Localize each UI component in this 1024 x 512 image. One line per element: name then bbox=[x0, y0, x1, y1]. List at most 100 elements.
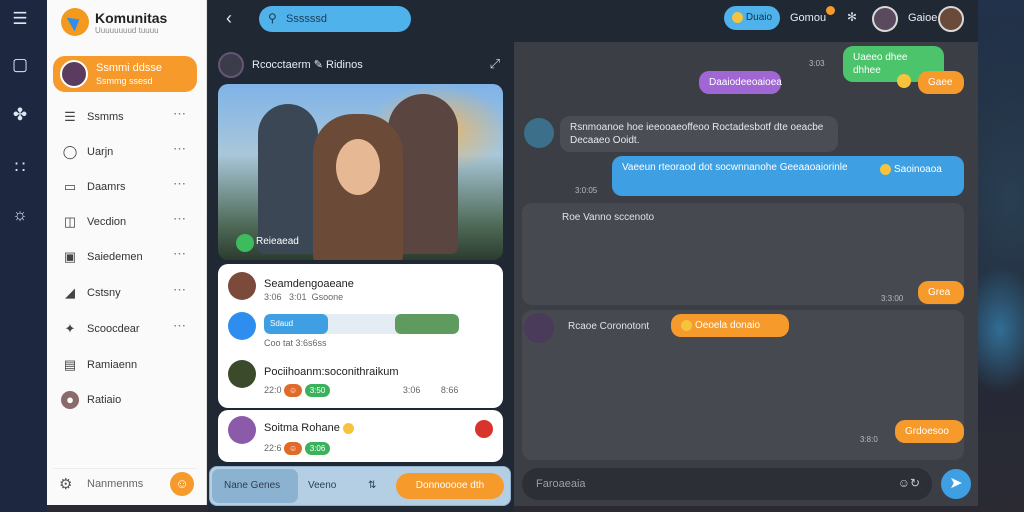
reaction-badge[interactable]: ☺ bbox=[284, 442, 303, 455]
menu-icon[interactable]: ☰ bbox=[9, 8, 31, 30]
sidebar-item-6[interactable]: ✦ Scoocdear ⋯ bbox=[53, 316, 197, 342]
expand-icon[interactable]: ⤢ bbox=[490, 56, 500, 72]
avatar bbox=[228, 272, 256, 300]
more-icon[interactable]: ⋯ bbox=[173, 106, 187, 122]
more-icon[interactable]: ⋯ bbox=[173, 176, 187, 192]
progress-label: Sdaud bbox=[270, 319, 294, 328]
sidebar-item-8[interactable]: ● Ratiaio bbox=[53, 387, 197, 413]
more-icon[interactable]: ⋯ bbox=[173, 141, 187, 157]
avatar bbox=[228, 360, 256, 388]
post-author: Rcocctaerm ✎ Ridinos bbox=[252, 59, 363, 71]
message-bubble[interactable]: Rsnmoanoe hoe ieeooaeoffeoo Roctadesbotf… bbox=[560, 116, 838, 152]
post-header: Rcocctaerm ✎ Ridinos ⤢ bbox=[216, 50, 506, 80]
message-text[interactable]: Roe Vanno sccenoto bbox=[562, 212, 654, 223]
list-item[interactable]: Soitma Rohane 22:6 ☺ 3:06 bbox=[228, 416, 493, 456]
icon-rail: ☰ ▢ ✤ ∷ ☼ bbox=[0, 0, 47, 512]
timestamp: 3:0:05 bbox=[575, 186, 598, 195]
comment-card: Soitma Rohane 22:6 ☺ 3:06 bbox=[218, 410, 503, 462]
more-icon[interactable]: ⋯ bbox=[173, 246, 187, 262]
feather-icon[interactable]: ✤ bbox=[9, 104, 31, 126]
sidebar-item-7[interactable]: ▤ Ramiaenn bbox=[53, 352, 197, 378]
tab-primary[interactable]: Nane Genes bbox=[224, 480, 280, 491]
list-item[interactable]: Sdaud Coo tat 3:6s6ss bbox=[228, 312, 493, 350]
window-icon[interactable]: ▢ bbox=[9, 54, 31, 76]
more-icon[interactable]: ⋯ bbox=[173, 318, 187, 334]
search-icon: ⚲ bbox=[268, 11, 277, 25]
emoji-button[interactable]: ☺ bbox=[170, 472, 194, 496]
send-button[interactable]: ➤ bbox=[941, 469, 971, 499]
record-icon[interactable] bbox=[475, 420, 493, 438]
sidebar-item-3[interactable]: ◫ Vecdion ⋯ bbox=[53, 209, 197, 235]
comment-count: 3:01 bbox=[289, 292, 307, 302]
link-icon bbox=[228, 312, 256, 340]
reply-count: 8:66 bbox=[440, 384, 459, 395]
megaphone-icon: ◢ bbox=[65, 285, 75, 300]
top-bar: Duaio Gomou ✻ Gaioe bbox=[514, 0, 978, 42]
avatar bbox=[218, 52, 244, 78]
user-avatar-icon: ● bbox=[61, 391, 79, 409]
message-bubble[interactable]: Gaee bbox=[918, 71, 964, 94]
profile-card[interactable]: Ssmmi ddsse Ssmmg ssesd bbox=[53, 56, 197, 92]
sidebar-item-1[interactable]: ◯ Uarjn ⋯ bbox=[53, 139, 197, 165]
message-bubble[interactable]: Daaiodeeoaioea bbox=[699, 71, 782, 94]
message-bubble[interactable]: Grea bbox=[918, 281, 964, 304]
more-icon[interactable]: ⋯ bbox=[173, 282, 187, 298]
avatar bbox=[60, 60, 88, 88]
message-input[interactable]: Faroaeaia ☺↻ bbox=[522, 468, 932, 500]
search-input[interactable]: ⚲ Ssssssd bbox=[259, 6, 411, 32]
sidebar-item-label: Ramiaenn bbox=[87, 359, 138, 371]
user-name[interactable]: Gaioe bbox=[908, 12, 937, 24]
emoji-icon bbox=[342, 422, 354, 434]
message-circle-icon: ◯ bbox=[62, 144, 78, 159]
bottom-tabs: Nane Genes Veeno ⇅ Donnooooe dth bbox=[209, 466, 511, 506]
share-icon[interactable]: ⇅ bbox=[368, 480, 376, 491]
comment-time: 22:0 bbox=[264, 384, 282, 395]
sparkle-icon bbox=[236, 234, 254, 252]
cta-button[interactable]: Donnooooe dth bbox=[396, 473, 504, 499]
post-image[interactable]: Reieaead bbox=[218, 84, 503, 260]
sidebar-item-label: Ratiaio bbox=[87, 394, 122, 406]
progress-bar: Sdaud bbox=[264, 314, 459, 334]
more-icon[interactable]: ⋯ bbox=[173, 211, 187, 227]
list-item[interactable]: Pociihoanm:soconithraikum 22:0 ☺ 3:50 3:… bbox=[228, 360, 493, 400]
message-bubble[interactable]: Grdoesoo bbox=[895, 420, 964, 443]
sidebar-item-label: Ssmms bbox=[87, 111, 124, 123]
calendar-icon: ▤ bbox=[63, 357, 77, 372]
sidebar-item-5[interactable]: ◢ Cstsny ⋯ bbox=[53, 280, 197, 306]
settings-icon[interactable]: ✻ bbox=[847, 10, 857, 24]
count-badge[interactable]: 3:50 bbox=[304, 384, 331, 397]
message-bubble[interactable]: Vaeeun rteoraod dot socwnnanohe Geeaaoai… bbox=[612, 156, 964, 196]
user-name[interactable]: Gomou bbox=[790, 12, 826, 24]
avatar bbox=[524, 118, 554, 148]
image-caption: Reieaead bbox=[234, 234, 299, 252]
count-badge[interactable]: 3:06 bbox=[304, 442, 331, 455]
sidebar-item-4[interactable]: ▣ Saiedemen ⋯ bbox=[53, 244, 197, 270]
profile-name: Ssmmi ddsse bbox=[96, 62, 163, 74]
grid-icon[interactable]: ∷ bbox=[9, 157, 31, 179]
compass-icon[interactable]: ☼ bbox=[9, 204, 31, 226]
sidebar-footer[interactable]: ⚙ Nanmenms ☺ bbox=[53, 468, 197, 498]
avatar[interactable] bbox=[872, 6, 898, 32]
sidebar-item-0[interactable]: ☰ Ssmms ⋯ bbox=[53, 104, 197, 130]
list-item[interactable]: Seamdengoaeane 3:06 3:01 Gsoone bbox=[228, 272, 493, 302]
reaction-badge[interactable]: ☺ bbox=[284, 384, 303, 397]
sidebar-item-2[interactable]: ▭ Daamrs ⋯ bbox=[53, 174, 197, 200]
emoji-icon bbox=[897, 74, 911, 88]
comment-author: Seamdengoaeane bbox=[264, 278, 354, 290]
image-icon: ▣ bbox=[63, 249, 77, 264]
comment-card: Seamdengoaeane 3:06 3:01 Gsoone Sdaud Co… bbox=[218, 264, 503, 408]
list-icon: ☰ bbox=[64, 109, 76, 124]
message-text[interactable]: Rcaoe Coronotont bbox=[568, 321, 649, 332]
brand-logo-icon bbox=[61, 8, 89, 36]
reply-bubble[interactable]: Oeoela donaio bbox=[671, 314, 789, 337]
footer-label: Nanmenms bbox=[87, 478, 144, 490]
back-arrow-icon[interactable]: ‹ bbox=[226, 8, 232, 29]
emoji-picker-icon[interactable]: ☺↻ bbox=[898, 476, 920, 490]
status-badge[interactable]: Duaio bbox=[724, 6, 780, 30]
avatar[interactable] bbox=[938, 6, 964, 32]
tab-secondary[interactable]: Veeno bbox=[308, 480, 336, 491]
sidebar-item-label: Vecdion bbox=[87, 216, 127, 228]
sidebar-item-label: Uarjn bbox=[87, 146, 114, 158]
comment-author: Soitma Rohane bbox=[264, 422, 357, 434]
comment-time: 22:6 bbox=[264, 442, 282, 453]
